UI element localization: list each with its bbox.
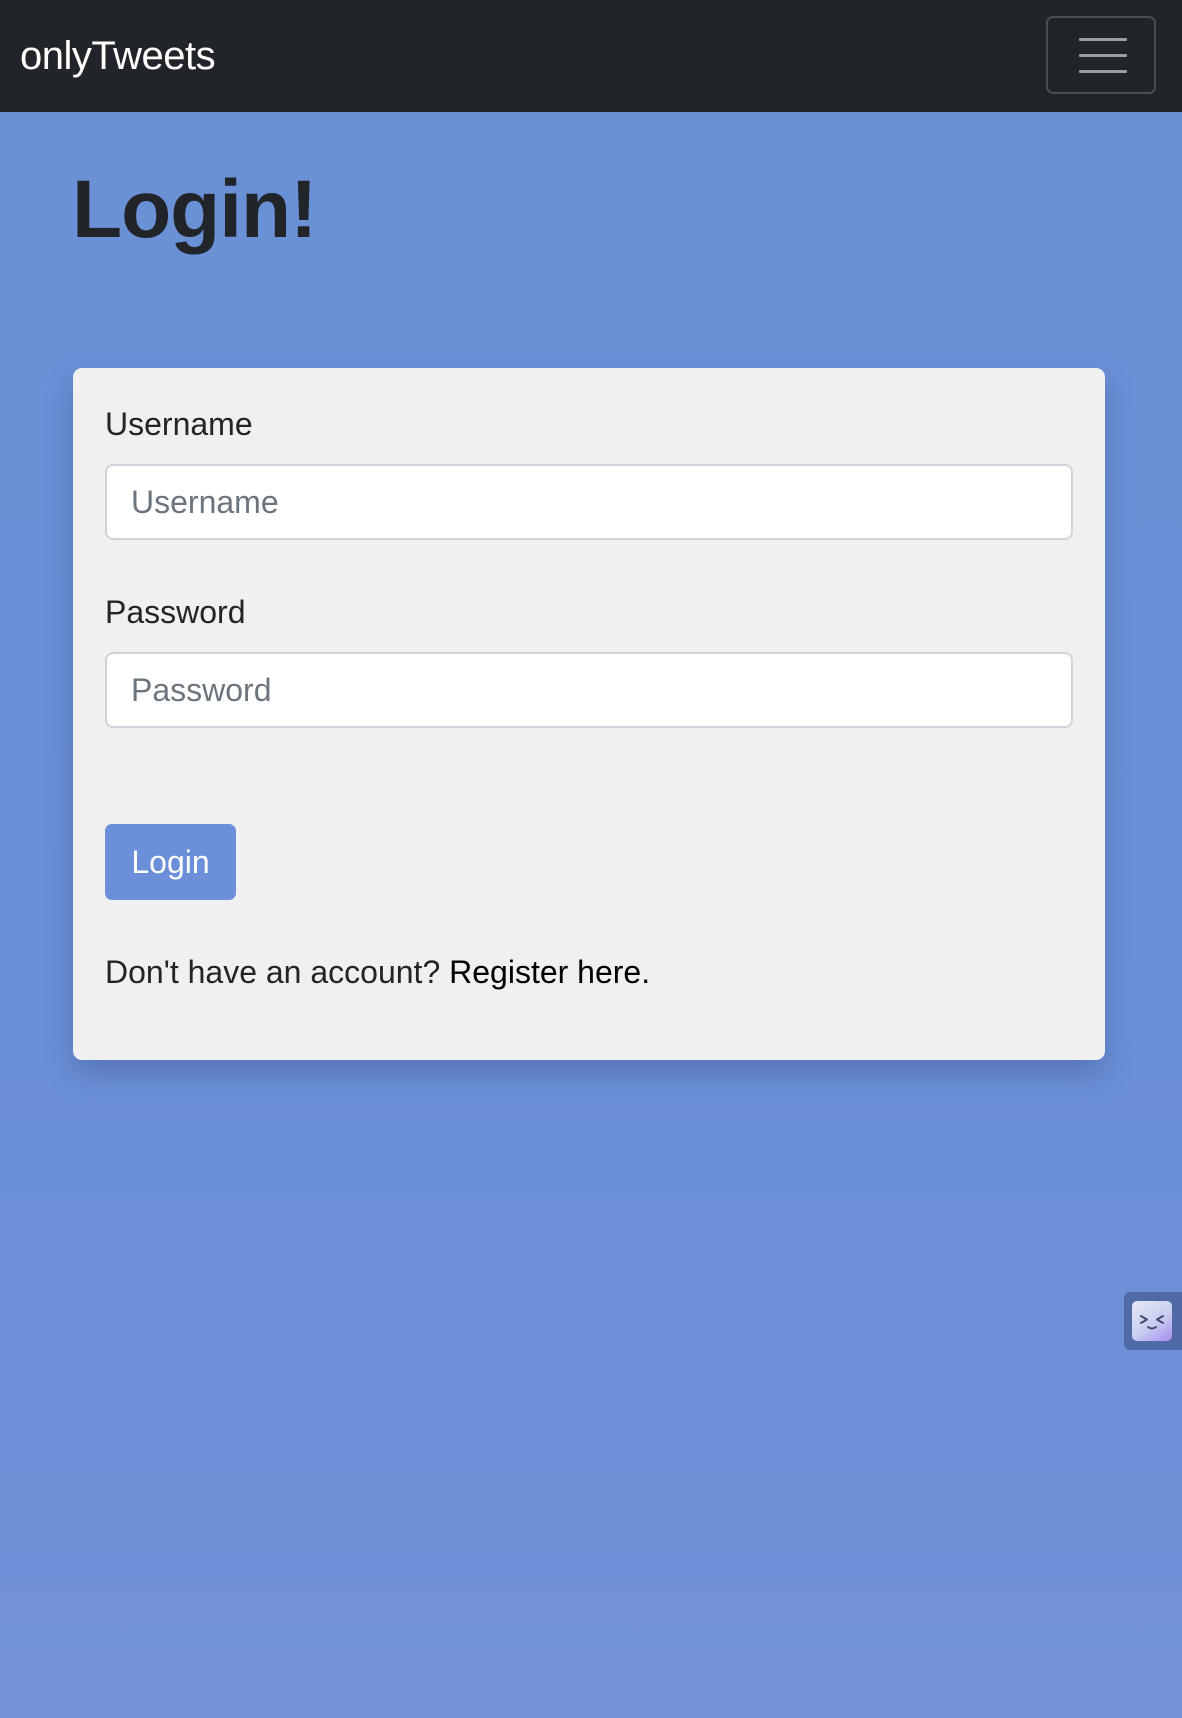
register-prompt-text: Don't have an account? [105, 954, 441, 990]
extension-widget-button[interactable] [1124, 1292, 1182, 1350]
password-input[interactable] [105, 652, 1073, 728]
register-link[interactable]: Register here. [449, 954, 650, 990]
login-button[interactable]: Login [105, 824, 236, 900]
page-title: Login! [72, 164, 317, 255]
extension-face-icon [1132, 1301, 1172, 1341]
password-label: Password [105, 594, 246, 630]
navbar-toggle-button[interactable] [1046, 16, 1156, 94]
top-navbar: onlyTweets [0, 0, 1182, 112]
hamburger-bar [1079, 54, 1127, 57]
hamburger-bar [1079, 70, 1127, 73]
register-prompt: Don't have an account? Register here. [105, 952, 650, 992]
username-label: Username [105, 406, 253, 442]
hamburger-bar [1079, 38, 1127, 41]
brand-logo-text[interactable]: onlyTweets [20, 30, 216, 82]
username-input[interactable] [105, 464, 1073, 540]
login-card: Username Password Login Don't have an ac… [73, 368, 1105, 1060]
